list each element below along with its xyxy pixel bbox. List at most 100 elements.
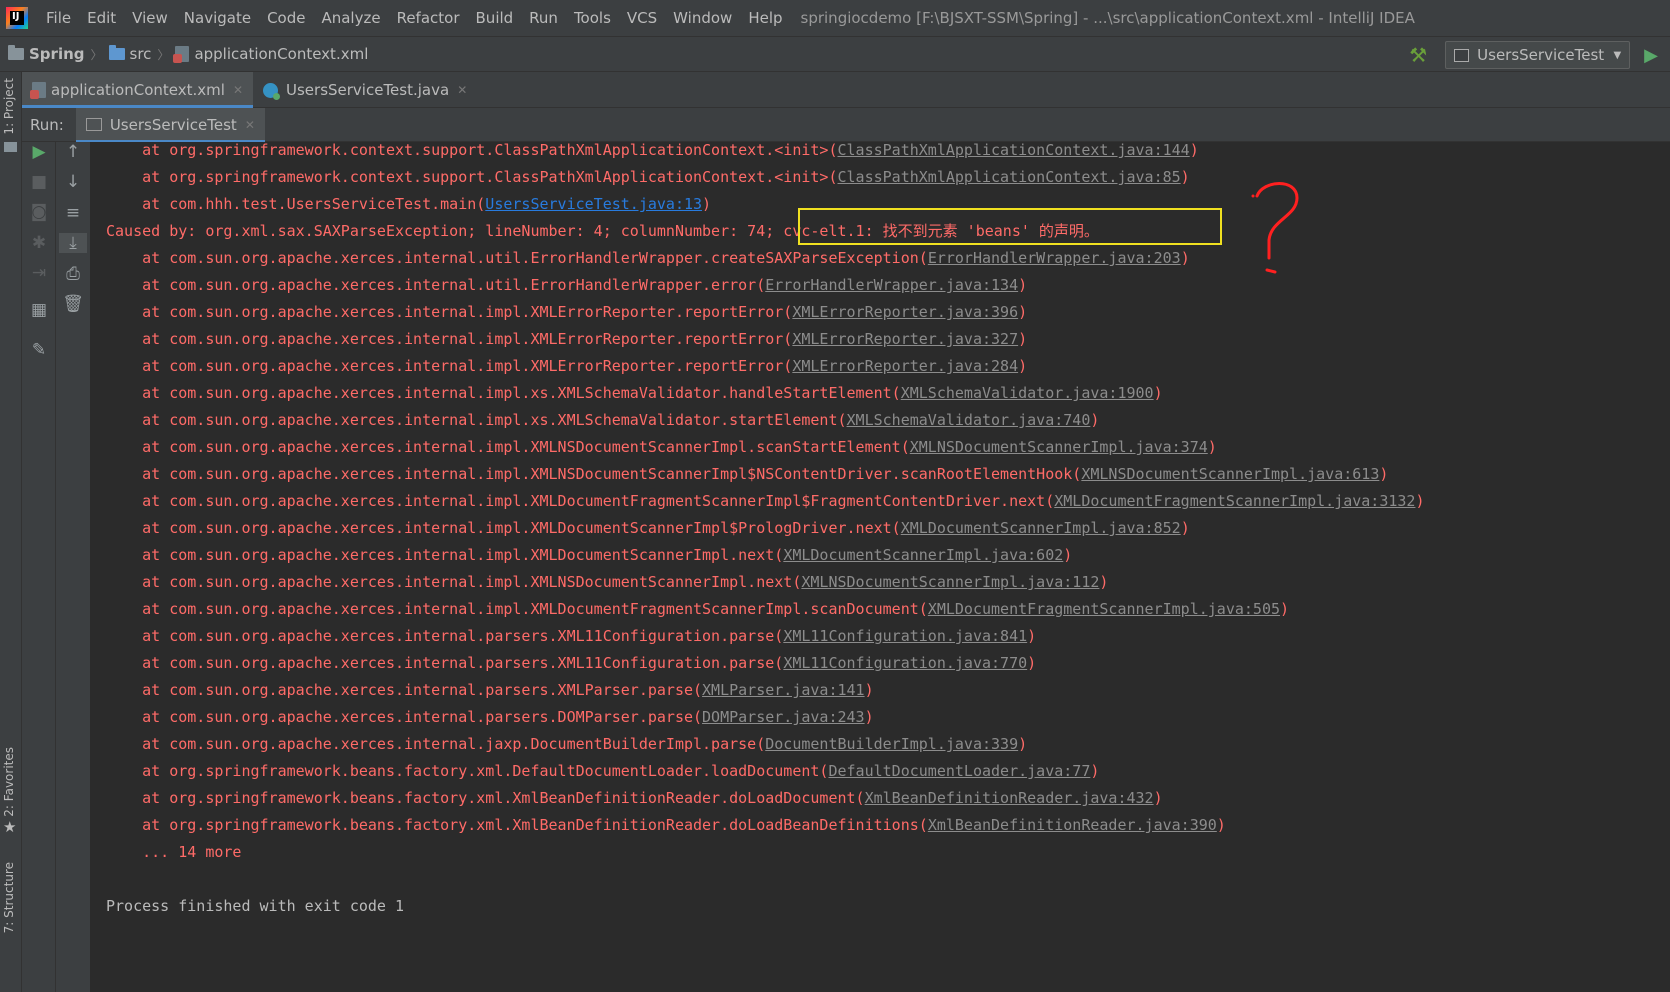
source-link[interactable]: XmlBeanDefinitionReader.java:390 bbox=[928, 816, 1217, 834]
console-line: at com.sun.org.apache.xerces.internal.im… bbox=[106, 515, 1190, 542]
breadcrumb-file[interactable]: applicationContext.xml bbox=[173, 45, 369, 63]
console-line: at com.sun.org.apache.xerces.internal.im… bbox=[106, 488, 1424, 515]
menu-vcs[interactable]: VCS bbox=[619, 0, 665, 36]
trash-icon[interactable]: 🗑 bbox=[56, 294, 90, 314]
project-folder-icon bbox=[8, 45, 24, 60]
console-line-text: at com.sun.org.apache.xerces.internal.im… bbox=[106, 546, 784, 564]
window-title: springiocdemo [F:\BJSXT-SSM\Spring] - ..… bbox=[800, 9, 1415, 27]
console-line-suffix: ) bbox=[1099, 573, 1109, 591]
annotation-highlight-box bbox=[798, 208, 1222, 245]
close-icon[interactable]: ✕ bbox=[233, 83, 243, 97]
tool-window-project[interactable]: 1: Project bbox=[2, 78, 16, 135]
source-link[interactable]: ClassPathXmlApplicationContext.java:85 bbox=[838, 168, 1181, 186]
arrow-down-icon[interactable]: ↓ bbox=[56, 172, 90, 192]
console-line: at org.springframework.context.support.C… bbox=[106, 164, 1190, 191]
source-link[interactable]: XMLDocumentScannerImpl.java:602 bbox=[783, 546, 1063, 564]
arrow-up-icon[interactable]: ↑ bbox=[56, 142, 90, 162]
run-config-icon bbox=[1454, 48, 1470, 62]
source-link[interactable]: DefaultDocumentLoader.java:77 bbox=[828, 762, 1090, 780]
console-line-suffix: ) bbox=[1018, 735, 1028, 753]
menu-bar: IJ File Edit View Navigate Code Analyze … bbox=[0, 0, 1670, 36]
exit-icon[interactable]: ⇥ bbox=[22, 263, 56, 283]
menu-build[interactable]: Build bbox=[468, 0, 522, 36]
chevron-down-icon: ▼ bbox=[1613, 49, 1622, 61]
console-line: at org.springframework.beans.factory.xml… bbox=[106, 785, 1163, 812]
source-link[interactable]: XMLDocumentScannerImpl.java:852 bbox=[901, 519, 1181, 537]
tab-applicationcontext-xml[interactable]: applicationContext.xml ✕ bbox=[22, 72, 253, 108]
stop-icon[interactable]: ■ bbox=[22, 172, 56, 192]
console-line: at com.sun.org.apache.xerces.internal.im… bbox=[106, 569, 1108, 596]
menu-navigate[interactable]: Navigate bbox=[176, 0, 259, 36]
source-link[interactable]: XMLNSDocumentScannerImpl.java:374 bbox=[910, 438, 1208, 456]
project-tool-icon[interactable] bbox=[4, 142, 17, 152]
source-link[interactable]: XMLErrorReporter.java:284 bbox=[792, 357, 1018, 375]
close-icon[interactable]: ✕ bbox=[457, 83, 467, 97]
menu-analyze[interactable]: Analyze bbox=[313, 0, 388, 36]
menu-file[interactable]: File bbox=[38, 0, 79, 36]
source-link[interactable]: DOMParser.java:243 bbox=[702, 708, 865, 726]
source-link[interactable]: XMLNSDocumentScannerImpl.java:613 bbox=[1081, 465, 1379, 483]
menu-run[interactable]: Run bbox=[521, 0, 566, 36]
pin-icon[interactable]: ✎ bbox=[22, 340, 56, 360]
console-line-suffix: ) bbox=[1027, 627, 1037, 645]
source-link[interactable]: XMLSchemaValidator.java:740 bbox=[847, 411, 1091, 429]
close-icon[interactable]: ✕ bbox=[245, 118, 255, 132]
menu-window[interactable]: Window bbox=[665, 0, 740, 36]
source-link[interactable]: XMLErrorReporter.java:396 bbox=[792, 303, 1018, 321]
tool-window-structure[interactable]: 7: Structure bbox=[2, 862, 16, 933]
console-line: at org.springframework.context.support.C… bbox=[106, 137, 1199, 164]
console-line-text: at com.sun.org.apache.xerces.internal.im… bbox=[106, 330, 793, 348]
xml-file-icon bbox=[173, 46, 190, 63]
console-line-suffix: ) bbox=[1207, 438, 1217, 456]
source-link[interactable]: XMLNSDocumentScannerImpl.java:112 bbox=[801, 573, 1099, 591]
source-link[interactable]: XML11Configuration.java:770 bbox=[783, 654, 1027, 672]
print-icon[interactable]: ⎙ bbox=[56, 264, 90, 284]
scroll-to-end-icon[interactable]: ⤓ bbox=[59, 233, 87, 253]
menu-refactor[interactable]: Refactor bbox=[389, 0, 468, 36]
source-link[interactable]: ErrorHandlerWrapper.java:203 bbox=[928, 249, 1181, 267]
source-link[interactable]: XML11Configuration.java:841 bbox=[783, 627, 1027, 645]
source-link[interactable]: DocumentBuilderImpl.java:339 bbox=[765, 735, 1018, 753]
run-icon[interactable]: ▶ bbox=[1644, 45, 1658, 66]
run-configuration-dropdown[interactable]: UsersServiceTest ▼ bbox=[1445, 41, 1631, 69]
run-toolbar-secondary: ↑ ↓ ≡ ⤓ ⎙ 🗑 bbox=[56, 142, 91, 992]
source-link[interactable]: XMLErrorReporter.java:327 bbox=[792, 330, 1018, 348]
console-line-suffix: ) bbox=[1153, 384, 1163, 402]
process-finished-line: Process finished with exit code 1 bbox=[106, 897, 405, 915]
source-link[interactable]: UsersServiceTest.java:13 bbox=[485, 195, 702, 213]
source-link[interactable]: XMLDocumentFragmentScannerImpl.java:505 bbox=[928, 600, 1280, 618]
breadcrumb-separator-icon: 〉 bbox=[90, 47, 103, 62]
source-link[interactable]: XMLSchemaValidator.java:1900 bbox=[901, 384, 1154, 402]
console-line-text: at com.sun.org.apache.xerces.internal.im… bbox=[106, 465, 1082, 483]
breadcrumb-file-label: applicationContext.xml bbox=[194, 45, 369, 63]
soft-wrap-icon[interactable]: ≡ bbox=[56, 203, 90, 223]
menu-edit[interactable]: Edit bbox=[79, 0, 124, 36]
source-link[interactable]: XmlBeanDefinitionReader.java:432 bbox=[865, 789, 1154, 807]
console-output[interactable]: at org.springframework.context.support.C… bbox=[91, 141, 1670, 992]
console-line-text: at org.springframework.context.support.C… bbox=[106, 168, 838, 186]
console-line-suffix: ) bbox=[1090, 762, 1100, 780]
debug-bug-icon[interactable]: ✱ bbox=[22, 233, 56, 253]
tool-window-favorites[interactable]: 2: Favorites bbox=[2, 747, 16, 817]
camera-icon[interactable]: ◙ bbox=[22, 202, 56, 222]
tab-usersservicetest-java[interactable]: UsersServiceTest.java ✕ bbox=[253, 72, 477, 108]
source-link[interactable]: XMLDocumentFragmentScannerImpl.java:3132 bbox=[1054, 492, 1415, 510]
source-link[interactable]: ClassPathXmlApplicationContext.java:144 bbox=[838, 141, 1190, 159]
menu-help[interactable]: Help bbox=[740, 0, 790, 36]
build-hammer-icon[interactable]: ⚒ bbox=[1409, 43, 1427, 67]
source-link[interactable]: ErrorHandlerWrapper.java:134 bbox=[765, 276, 1018, 294]
rerun-icon[interactable]: ▶ bbox=[22, 142, 56, 162]
console-line-text: at com.sun.org.apache.xerces.internal.ut… bbox=[106, 249, 928, 267]
menu-view[interactable]: View bbox=[124, 0, 176, 36]
menu-tools[interactable]: Tools bbox=[566, 0, 619, 36]
breadcrumb-src[interactable]: src bbox=[108, 45, 151, 63]
star-icon[interactable]: ★ bbox=[3, 818, 16, 836]
console-line-text: at com.sun.org.apache.xerces.internal.pa… bbox=[106, 708, 703, 726]
console-line-suffix: ) bbox=[1180, 249, 1190, 267]
intellij-logo-icon: IJ bbox=[6, 7, 28, 29]
layout-icon[interactable]: ▦ bbox=[22, 300, 56, 320]
breadcrumb-project[interactable]: Spring bbox=[8, 45, 85, 63]
menu-code[interactable]: Code bbox=[259, 0, 313, 36]
source-link[interactable]: XMLParser.java:141 bbox=[702, 681, 865, 699]
console-line-text: at com.sun.org.apache.xerces.internal.im… bbox=[106, 438, 910, 456]
